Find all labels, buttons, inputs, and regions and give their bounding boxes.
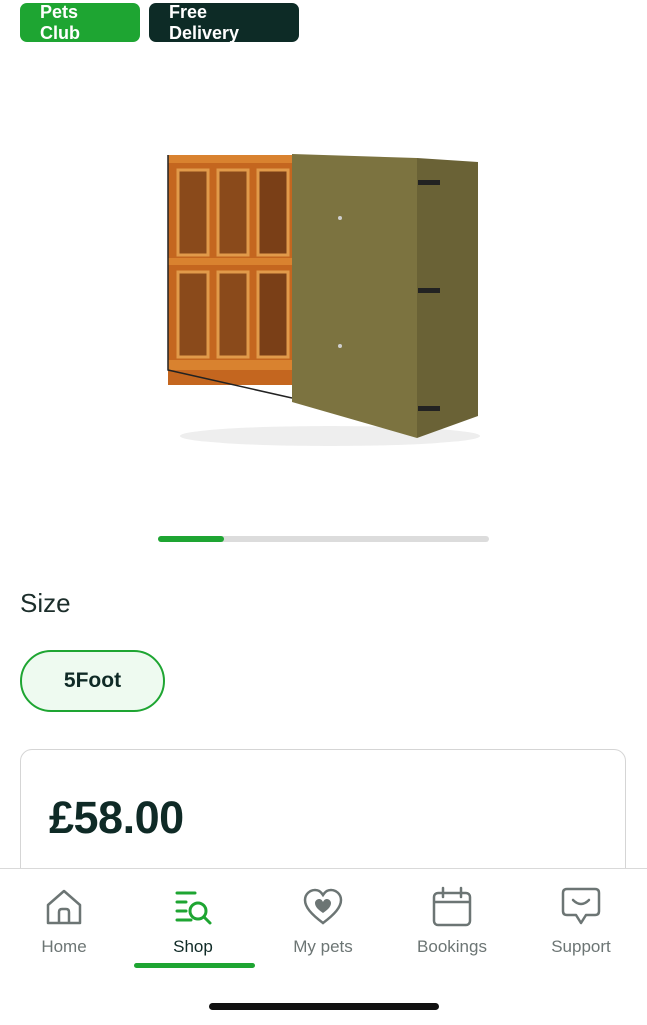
- size-option-5foot[interactable]: 5Foot: [20, 650, 165, 712]
- nav-bookings[interactable]: Bookings: [392, 885, 512, 970]
- badge-row: Pets Club Free Delivery: [20, 2, 299, 43]
- shop-search-icon: [175, 891, 212, 925]
- pets-club-badge: Pets Club: [20, 2, 140, 43]
- nav-support[interactable]: Support: [521, 885, 641, 970]
- nav-shop[interactable]: Shop: [133, 885, 253, 970]
- heart-icon: [303, 888, 343, 925]
- carousel-progress: [158, 536, 225, 542]
- calendar-icon: [432, 886, 472, 927]
- home-indicator-bar[interactable]: [209, 1003, 439, 1010]
- bottom-nav: Home Shop My pets Bookings Support: [0, 868, 647, 1025]
- chat-support-icon: [561, 887, 601, 925]
- image-carousel-indicator[interactable]: [158, 536, 489, 542]
- nav-my-pets-label: My pets: [293, 937, 353, 956]
- home-icon: [46, 889, 82, 925]
- product-image[interactable]: [150, 140, 495, 460]
- nav-shop-label: Shop: [173, 937, 213, 956]
- active-tab-indicator: [134, 963, 255, 968]
- size-label: Size: [20, 588, 71, 618]
- nav-bookings-label: Bookings: [417, 937, 487, 956]
- nav-home[interactable]: Home: [4, 885, 124, 970]
- free-delivery-badge: Free Delivery: [149, 2, 299, 43]
- nav-home-label: Home: [41, 937, 87, 956]
- nav-my-pets[interactable]: My pets: [263, 885, 383, 970]
- price-amount: £58.00: [49, 792, 184, 843]
- nav-support-label: Support: [551, 937, 611, 956]
